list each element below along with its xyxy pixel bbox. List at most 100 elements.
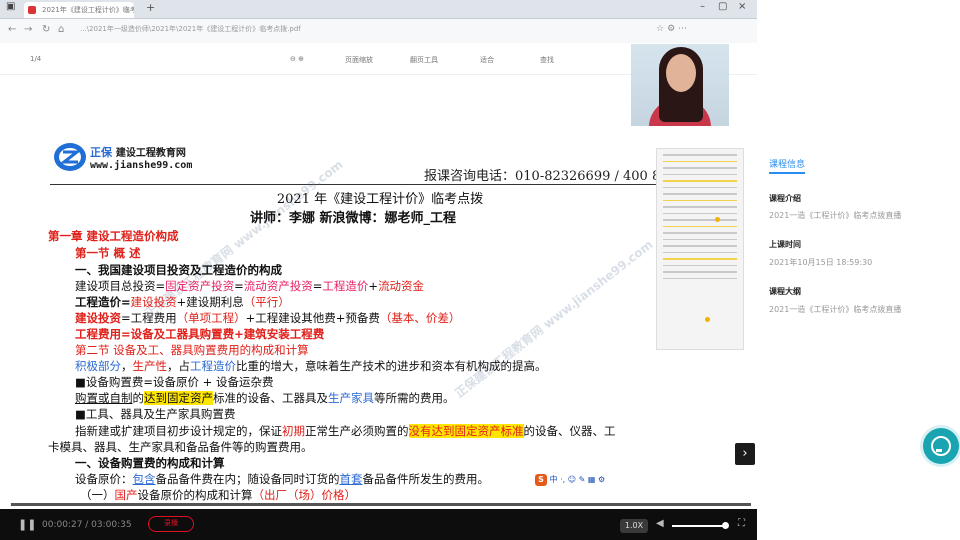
brand-site: www.jianshe99.com	[90, 160, 193, 171]
back-icon[interactable]: ←	[8, 24, 16, 35]
text-span: （基本、价差）	[379, 311, 461, 325]
pause-icon[interactable]: ❚❚	[18, 518, 36, 531]
text-span: 比重的增大，意味着生产技术的进步和资本有机构成的提高。	[236, 359, 547, 373]
text-line: 工程费用=设备及工器具购置费+建筑安装工程费	[75, 327, 325, 341]
window-close-icon[interactable]: ×	[738, 1, 746, 12]
toolbar-find[interactable]: 查找	[540, 55, 554, 65]
browser-tab-bar: ▣ 2021年《建设工程计价》临考点拨 × + – ▢ ×	[0, 0, 757, 19]
toolbar-page-turn[interactable]: 翻页工具	[410, 55, 438, 65]
browser-tab[interactable]: 2021年《建设工程计价》临考点拨 ×	[24, 2, 134, 18]
text-span: 建设投资	[75, 311, 121, 325]
sogou-input-bar[interactable]: S 中 ·, ☺ ✎ ▦ ⚙	[535, 474, 605, 486]
zhengbao-logo-icon	[54, 143, 86, 171]
text-line: （一）国产设备原价的构成和计算（出厂（场）价格）	[80, 488, 356, 503]
text-line: ■设备购置费=设备原价 + 设备运杂费	[75, 375, 274, 389]
text-span: 生产性	[132, 359, 168, 373]
page-thumbnail-panel[interactable]	[656, 148, 744, 350]
text-span: 流动资产投资	[243, 279, 313, 293]
annotation-dot	[715, 217, 720, 222]
volume-knob[interactable]	[722, 522, 729, 529]
chapter-heading: 第一章 建设工程造价构成	[48, 229, 179, 243]
text-span: 达到固定资产	[144, 391, 213, 405]
headset-icon	[931, 436, 951, 456]
text-span: 设备原价的构成和计算	[137, 488, 253, 502]
sogou-tools: 中 ·, ☺ ✎ ▦ ⚙	[549, 475, 606, 484]
text-span: 工程造价	[190, 359, 236, 373]
course-outline-label: 课程大纲	[769, 287, 801, 296]
volume-slider[interactable]	[672, 525, 728, 527]
text-span: 建设项目总投资=	[75, 279, 166, 293]
text-span: 生产家具	[328, 391, 374, 405]
text-span: 积极部分	[75, 359, 121, 373]
header-divider	[50, 184, 656, 185]
tab-course-info[interactable]: 课程信息	[769, 157, 806, 174]
progress-bar[interactable]	[6, 503, 751, 506]
home-icon[interactable]: ⌂	[58, 24, 64, 35]
refresh-icon[interactable]: ↻	[42, 24, 50, 35]
text-span: 国产	[114, 488, 138, 502]
address-bar: ← → ↻ ⌂ ...\2021年一级造价师\2021年\2021年《建设工程计…	[0, 19, 757, 43]
progress-knob[interactable]	[2, 500, 11, 509]
pdf-icon	[28, 6, 36, 14]
text-span: +	[368, 279, 379, 293]
text-span: 建设投资	[130, 295, 177, 309]
text-span: 购置或自制	[75, 391, 133, 405]
text-span: 包含	[132, 472, 156, 486]
zoom-icon[interactable]: ⊖ ⊕	[290, 55, 304, 63]
sogou-icon: S	[535, 474, 547, 486]
class-time-label: 上课时间	[769, 240, 801, 249]
text-span: （一）	[80, 488, 115, 502]
teacher-webcam	[631, 44, 729, 126]
maximize-icon[interactable]: ▢	[718, 1, 727, 12]
text-line: 设备原价：包含备品备件费在内；随设备同时订货的首套备品备件所发生的费用。	[75, 472, 489, 487]
doc-title: 2021 年《建设工程计价》临考点拨	[276, 192, 484, 207]
close-icon[interactable]: ×	[124, 2, 130, 18]
text-span: +工程建设其他费+预备费	[245, 311, 380, 325]
new-tab-icon[interactable]: +	[146, 1, 155, 14]
text-span: =	[234, 279, 244, 293]
url-field[interactable]: ...\2021年一级造价师\2021年\2021年《建设工程计价》临考点拨.p…	[80, 24, 301, 34]
playback-time: 00:00:27 / 03:00:35	[42, 520, 132, 530]
text-line: 购置或自制的达到固定资产标准的设备、工器具及生产家具等所需的费用。	[75, 391, 455, 406]
text-line: 卡模具、器具、生产家具和备品备件等的购置费用。	[48, 440, 313, 454]
next-page-button[interactable]: ›	[735, 443, 755, 465]
text-span: 首套	[339, 472, 363, 486]
text-span: （单项工程）	[176, 311, 246, 325]
course-outline-value: 2021一造《工程计价》临考点拨直播	[769, 305, 902, 314]
text-span: =	[312, 279, 323, 293]
minimize-icon[interactable]: –	[700, 1, 705, 12]
page-number-icon[interactable]: 1/4	[30, 55, 41, 63]
forward-icon[interactable]: →	[24, 24, 32, 35]
text-line: ■工具、器具及生产家具购置费	[75, 407, 236, 421]
text-span: 工程造价=	[75, 295, 131, 309]
text-span: 设备原价：	[75, 472, 133, 486]
text-span: 工程造价	[322, 279, 369, 293]
class-time-value: 2021年10月15日 18:59:30	[769, 258, 873, 267]
section-heading: 第二节 设备及工、器具购置费用的构成和计算	[75, 343, 309, 357]
text-span: 备品备件费在内；随设备同时订货的	[155, 472, 340, 486]
text-span: ，	[121, 359, 133, 373]
toolbar-fit[interactable]: 适合	[480, 55, 494, 65]
course-intro-label: 课程介绍	[769, 194, 801, 203]
text-span: 标准的设备、工器具及	[213, 391, 328, 405]
tab-title: 2021年《建设工程计价》临考点拨	[42, 6, 134, 14]
record-badge[interactable]: 录播	[148, 516, 194, 532]
toolbar-page-zoom[interactable]: 页面缩放	[345, 55, 373, 65]
customer-service-icon[interactable]	[923, 428, 959, 464]
speed-button[interactable]: 1.0X	[620, 519, 648, 533]
window-menu-icon[interactable]: ▣	[6, 1, 15, 12]
text-span: +建设期利息	[176, 295, 244, 309]
text-span: 的	[132, 391, 145, 405]
video-player: ▣ 2021年《建设工程计价》临考点拨 × + – ▢ × ← → ↻ ⌂ ..…	[0, 0, 757, 540]
course-intro-value: 2021一造《工程计价》临考点拨直播	[769, 211, 902, 220]
fullscreen-icon[interactable]: ⛶	[738, 518, 745, 529]
section-heading: 第一节 概 述	[75, 246, 141, 260]
text-span: 正常生产必须购置的	[305, 424, 409, 438]
hotline: 报课咨询电话：010-82326699 / 400 81	[424, 169, 669, 184]
text-span: ，占	[167, 359, 190, 373]
browser-extension-icons[interactable]: ☆ ⚙ ⋯	[656, 24, 687, 34]
brand-main: 正保	[90, 146, 112, 159]
text-line: 指新建或扩建项目初步设计规定的，保证初期正常生产必须购置的没有达到固定资产标准的…	[75, 424, 616, 439]
volume-icon[interactable]: ◀	[656, 518, 664, 529]
text-line: 积极部分，生产性，占工程造价比重的增大，意味着生产技术的进步和资本有机构成的提高…	[75, 359, 547, 374]
